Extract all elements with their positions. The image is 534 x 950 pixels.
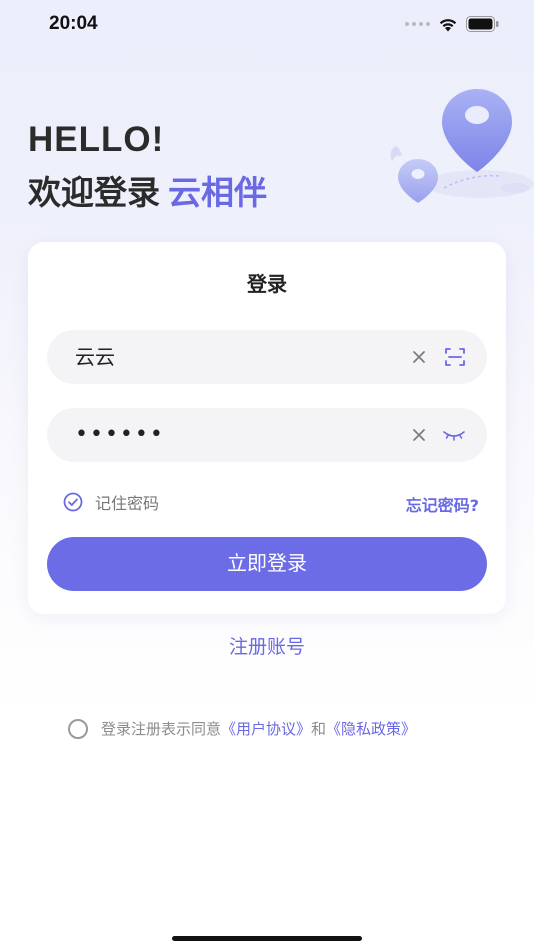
- privacy-policy-link[interactable]: 《隐私政策》: [326, 718, 416, 739]
- clear-icon[interactable]: [411, 427, 427, 443]
- agreement-row: 登录注册表示同意 《用户协议》 和 《隐私政策》: [68, 718, 416, 739]
- status-icons: [405, 16, 500, 32]
- username-field[interactable]: 云云: [47, 330, 487, 384]
- agreement-connector: 和: [311, 720, 327, 738]
- home-indicator: [172, 936, 362, 941]
- greeting-heading: HELLO!: [28, 120, 165, 159]
- radio-icon[interactable]: [68, 718, 88, 739]
- brand-name: 云相伴: [168, 173, 267, 212]
- username-value[interactable]: 云云: [75, 330, 115, 384]
- forgot-password-link[interactable]: 忘记密码?: [406, 492, 479, 516]
- remember-label: 记住密码: [95, 494, 160, 513]
- location-pin-icon: [390, 89, 534, 203]
- status-time: 20:04: [49, 13, 98, 34]
- welcome-text: 欢迎登录: [28, 173, 160, 212]
- user-agreement-link[interactable]: 《用户协议》: [221, 718, 311, 739]
- clear-icon[interactable]: [411, 349, 427, 365]
- check-circle-icon[interactable]: [63, 492, 83, 512]
- eye-closed-icon[interactable]: [442, 427, 466, 443]
- signal-icon: [405, 22, 430, 26]
- welcome-heading: 欢迎登录 云相伴: [28, 166, 267, 214]
- wifi-icon: [439, 18, 457, 31]
- scan-icon[interactable]: [443, 345, 467, 369]
- agreement-prefix: 登录注册表示同意: [101, 720, 222, 738]
- status-bar: 20:04: [0, 0, 534, 52]
- remember-password[interactable]: 记住密码: [63, 490, 159, 514]
- login-card: 登录 云云 •••••• 记住密码 忘记密码? 立即登录: [28, 242, 506, 614]
- password-field[interactable]: ••••••: [47, 408, 487, 462]
- battery-icon: [466, 16, 499, 32]
- register-link[interactable]: 注册账号: [0, 632, 534, 659]
- card-title: 登录: [247, 272, 287, 296]
- login-button[interactable]: 立即登录: [47, 537, 487, 591]
- password-value[interactable]: ••••••: [75, 408, 165, 462]
